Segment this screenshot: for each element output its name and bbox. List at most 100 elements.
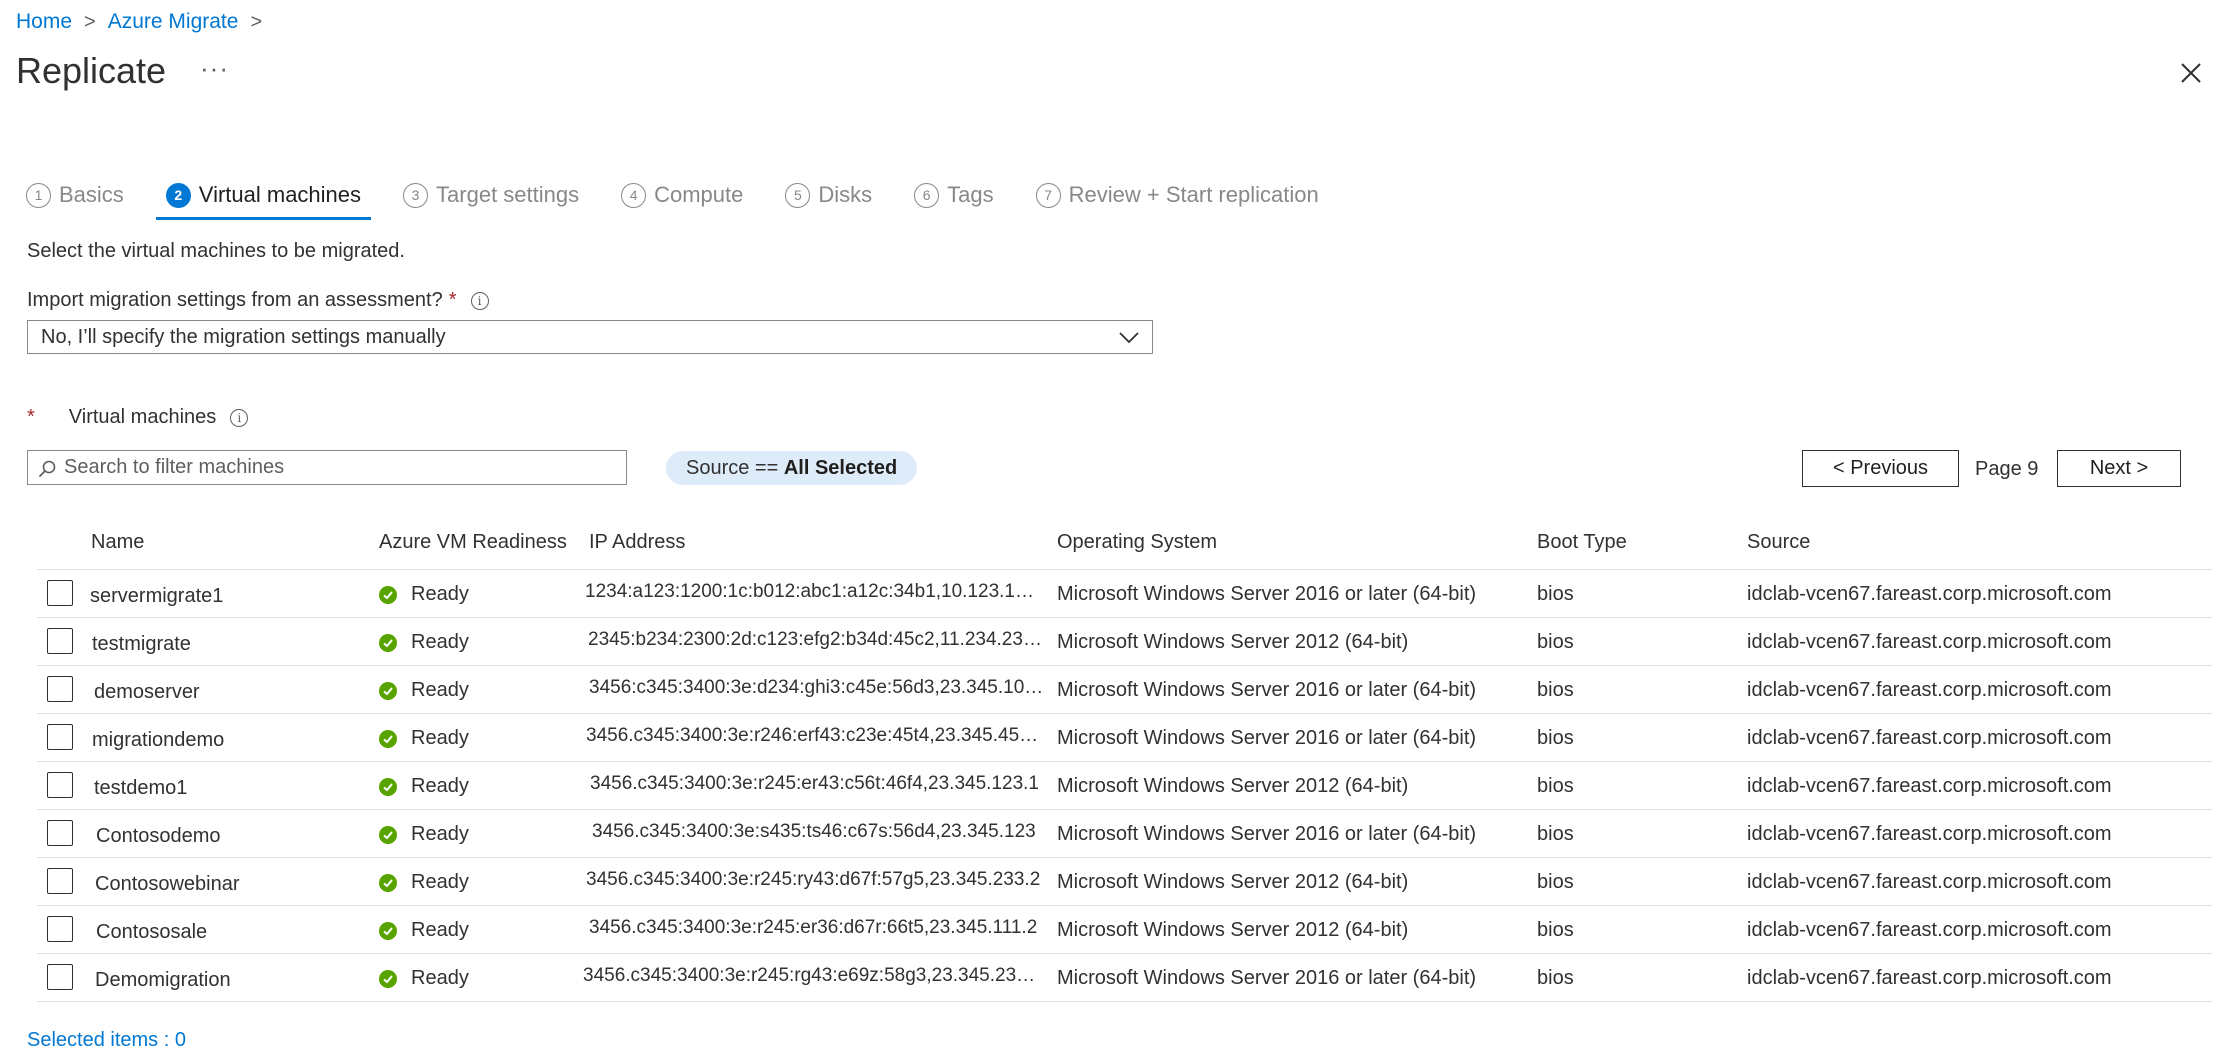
table-row[interactable]: Demomigration Ready 3456.c345:3400:3e:r245…: [37, 954, 2212, 1002]
operating-system: Microsoft Windows Server 2016 or later (…: [1057, 727, 1477, 749]
check-circle-icon: [379, 969, 397, 988]
next-page-button[interactable]: Next >: [2057, 450, 2181, 487]
selected-items-count[interactable]: Selected items : 0: [27, 1029, 186, 1052]
column-header-name[interactable]: Name: [91, 531, 144, 554]
table-row[interactable]: Contososale Ready 3456.c345:3400:3e:r245:e…: [37, 906, 2212, 954]
breadcrumb-separator: >: [84, 10, 96, 33]
check-circle-icon: [379, 585, 397, 604]
wizard-tabs: 1 Basics 2 Virtual machines 3 Target set…: [26, 170, 1351, 220]
check-circle-icon: [379, 633, 397, 652]
tab-compute[interactable]: 4 Compute: [611, 170, 753, 220]
row-checkbox[interactable]: [47, 724, 73, 750]
readiness-text: Ready: [411, 871, 469, 893]
required-asterisk: *: [448, 289, 457, 311]
readiness-text: Ready: [411, 679, 469, 701]
vm-name: Demomigration: [95, 969, 231, 991]
table-header: Name Azure VM Readiness IP Address Opera…: [37, 525, 2212, 570]
table-row[interactable]: Contosowebinar Ready 3456.c345:3400:3e:r24…: [37, 858, 2212, 906]
source-host: idclab-vcen67.fareast.corp.microsoft.com: [1747, 727, 2112, 749]
readiness-text: Ready: [411, 919, 469, 941]
page-title: Replicate: [16, 50, 167, 91]
tab-label: Basics: [59, 182, 124, 207]
close-button[interactable]: [2178, 60, 2204, 86]
row-checkbox[interactable]: [47, 916, 73, 942]
boot-type: bios: [1537, 583, 1574, 605]
tab-label: Target settings: [436, 182, 580, 207]
readiness-status: Ready: [379, 823, 469, 846]
info-icon[interactable]: i: [230, 408, 249, 427]
source-filter-pill[interactable]: Source == All Selected: [666, 451, 918, 485]
row-checkbox[interactable]: [47, 820, 73, 846]
row-checkbox[interactable]: [47, 580, 73, 606]
column-header-source[interactable]: Source: [1747, 531, 1810, 554]
step-number-badge: 4: [621, 182, 647, 208]
import-settings-dropdown[interactable]: No, I’ll specify the migration settings …: [27, 320, 1153, 354]
vm-name: Contosodemo: [96, 825, 221, 847]
operating-system: Microsoft Windows Server 2012 (64-bit): [1057, 775, 1409, 797]
row-checkbox[interactable]: [47, 868, 73, 894]
tab-disks[interactable]: 5 Disks: [775, 170, 882, 220]
tab-label: Review + Start replication: [1068, 182, 1319, 207]
step-number-badge: 5: [785, 182, 811, 208]
row-checkbox[interactable]: [47, 772, 73, 798]
filter-prefix: Source ==: [686, 456, 784, 479]
row-checkbox[interactable]: [47, 628, 73, 654]
readiness-status: Ready: [379, 679, 469, 702]
vm-name: testdemo1: [94, 777, 188, 799]
tab-label: Compute: [654, 182, 744, 207]
step-number-badge: 3: [403, 182, 429, 208]
tab-review-start-replication[interactable]: 7 Review + Start replication: [1026, 170, 1329, 220]
ip-address: 3456.c345:3400:3e:r246:erf43:c23e:45t4,2…: [586, 725, 1044, 746]
import-settings-label-text: Import migration settings from an assess…: [27, 289, 443, 311]
step-number-badge: 6: [914, 182, 940, 208]
machines-table: Name Azure VM Readiness IP Address Opera…: [37, 525, 2212, 1002]
search-placeholder: Search to filter machines: [64, 456, 285, 478]
tab-target-settings[interactable]: 3 Target settings: [393, 170, 589, 220]
check-circle-icon: [379, 921, 397, 940]
source-host: idclab-vcen67.fareast.corp.microsoft.com: [1747, 583, 2112, 605]
operating-system: Microsoft Windows Server 2012 (64-bit): [1057, 631, 1409, 653]
required-asterisk: *: [27, 406, 35, 428]
breadcrumb-home-link[interactable]: Home: [16, 10, 72, 34]
readiness-status: Ready: [379, 583, 469, 606]
boot-type: bios: [1537, 871, 1574, 893]
ip-address: 2345:b234:2300:2d:c123:efg2:b34d:45c2,11…: [588, 629, 1046, 650]
table-row[interactable]: testmigrate Ready 2345:b234:2300:2d:c123:e…: [37, 618, 2212, 666]
table-row[interactable]: Contosodemo Ready 3456.c345:3400:3e:s435:t…: [37, 810, 2212, 858]
operating-system: Microsoft Windows Server 2016 or later (…: [1057, 967, 1477, 989]
breadcrumb: Home > Azure Migrate >: [16, 10, 274, 34]
ip-address: 3456:c345:3400:3e:d234:ghi3:c45e:56d3,23…: [589, 677, 1047, 698]
column-header-os[interactable]: Operating System: [1057, 531, 1217, 554]
source-host: idclab-vcen67.fareast.corp.microsoft.com: [1747, 967, 2112, 989]
row-checkbox[interactable]: [47, 964, 73, 990]
more-options-button[interactable]: ···: [200, 55, 229, 81]
operating-system: Microsoft Windows Server 2016 or later (…: [1057, 583, 1477, 605]
row-checkbox[interactable]: [47, 676, 73, 702]
ip-address: 1234:a123:1200:1c:b012:abc1:a12c:34b1,10…: [585, 581, 1043, 602]
tab-virtual-machines[interactable]: 2 Virtual machines: [155, 170, 372, 220]
breadcrumb-azure-migrate-link[interactable]: Azure Migrate: [108, 10, 239, 34]
source-host: idclab-vcen67.fareast.corp.microsoft.com: [1747, 775, 2112, 797]
tab-basics[interactable]: 1 Basics: [26, 170, 134, 220]
readiness-text: Ready: [411, 727, 469, 749]
previous-page-button[interactable]: < Previous: [1802, 450, 1959, 487]
table-row[interactable]: migrationdemo Ready 3456.c345:3400:3e:r246…: [37, 714, 2212, 762]
operating-system: Microsoft Windows Server 2012 (64-bit): [1057, 871, 1409, 893]
check-circle-icon: [379, 729, 397, 748]
chevron-down-icon: [1119, 332, 1139, 344]
search-input[interactable]: Search to filter machines: [27, 450, 627, 485]
step-number-badge: 7: [1035, 182, 1061, 208]
tab-tags[interactable]: 6 Tags: [904, 170, 1003, 220]
virtual-machines-label: * Virtual machines i: [27, 406, 249, 429]
table-row[interactable]: servermigrate1 Ready 1234:a123:1200:1c:b01…: [37, 570, 2212, 618]
info-icon[interactable]: i: [470, 291, 489, 310]
ip-address: 3456.c345:3400:3e:r245:er36:d67r:66t5,23…: [589, 917, 1038, 938]
column-header-boot-type[interactable]: Boot Type: [1537, 531, 1627, 554]
check-circle-icon: [379, 681, 397, 700]
vm-name: servermigrate1: [90, 585, 224, 607]
column-header-ip[interactable]: IP Address: [589, 531, 685, 554]
column-header-readiness[interactable]: Azure VM Readiness: [379, 531, 567, 554]
step-number-badge: 1: [26, 182, 51, 208]
table-row[interactable]: testdemo1 Ready 3456.c345:3400:3e:r245:er4…: [37, 762, 2212, 810]
table-row[interactable]: demoserver Ready 3456:c345:3400:3e:d234:gh…: [37, 666, 2212, 714]
